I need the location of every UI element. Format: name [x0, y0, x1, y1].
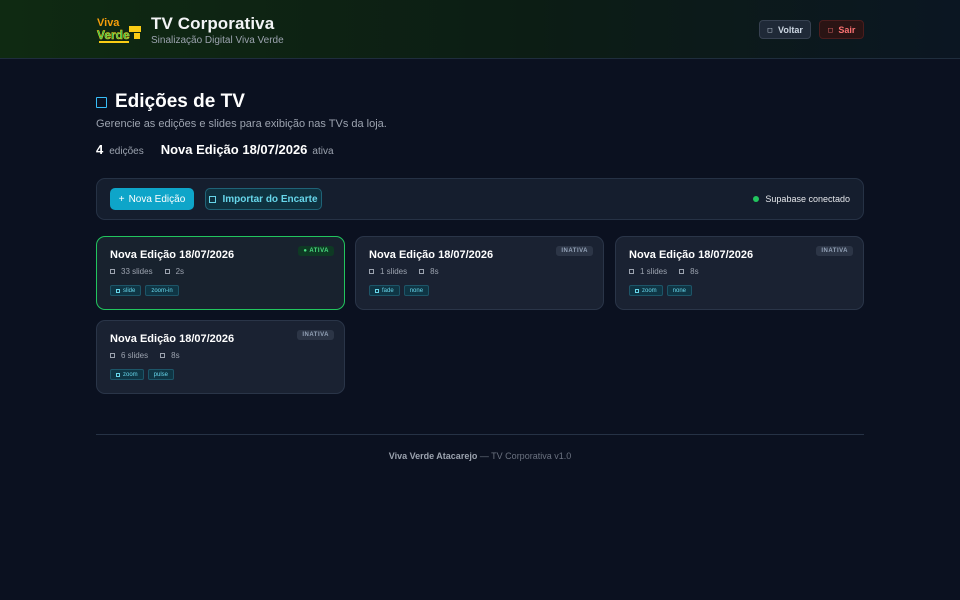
status-badge: INATIVA [556, 246, 593, 256]
effect-tag-label: none [409, 287, 424, 294]
app-header: Viva Verde TV Corporativa Sinalização Di… [0, 0, 960, 59]
transition-tags: slide zoom-in [110, 285, 179, 296]
clock-icon [419, 269, 425, 274]
edition-card[interactable]: Nova Edição 18/07/2026 INATIVA 1 slides … [615, 236, 864, 310]
clock-icon [164, 269, 170, 274]
status-badge: INATIVA [297, 330, 334, 340]
transition-tags: zoom pulse [110, 369, 175, 380]
edition-meta: 33 slides 2s [110, 267, 184, 276]
transition-tags: fade none [369, 285, 430, 296]
active-edition-status: ativa [312, 146, 334, 157]
footer-company: Viva Verde Atacarejo [388, 451, 478, 461]
status-dot-icon [753, 196, 760, 202]
back-button[interactable]: ◻ Voltar [759, 20, 811, 39]
import-icon [209, 195, 217, 203]
edition-card[interactable]: Nova Edição 18/07/2026 INATIVA 6 slides … [96, 320, 345, 394]
effect-tag-label: pulse [153, 371, 169, 378]
slide-count: 6 slides [121, 351, 149, 360]
page-title: Edições de TV [96, 91, 245, 113]
transition-icon [116, 372, 120, 377]
footer-version: — TV Corporativa v1.0 [479, 451, 572, 461]
effect-tag: none [666, 285, 693, 296]
app-title: TV Corporativa [151, 14, 275, 33]
import-flyer-label: Importar do Encarte [222, 193, 318, 205]
transition-icon [635, 288, 639, 293]
status-badge: ● ATIVA [298, 246, 334, 256]
effect-tag: pulse [147, 369, 175, 380]
effect-tag: none [403, 285, 430, 296]
transition-tag: fade [369, 285, 400, 296]
connection-status: Supabase conectado [753, 194, 850, 204]
slide-duration: 8s [171, 351, 180, 360]
edition-card[interactable]: Nova Edição 18/07/2026 INATIVA 1 slides … [355, 236, 604, 310]
transition-tag: zoom [629, 285, 663, 296]
effect-tag-label: zoom-in [151, 287, 173, 294]
active-edition-name: Nova Edição 18/07/2026 [160, 142, 308, 157]
transition-tag: zoom [110, 369, 144, 380]
edition-count: 4 [96, 142, 104, 157]
app-subtitle: Sinalização Digital Viva Verde [151, 35, 284, 46]
transition-tag-label: fade [382, 287, 394, 294]
logout-button-label: Sair [838, 24, 856, 35]
slide-count: 33 slides [121, 267, 153, 276]
slides-icon [110, 353, 115, 358]
back-button-label: Voltar [777, 24, 803, 35]
new-edition-label: Nova Edição [128, 193, 186, 205]
arrow-left-icon: ◻ [767, 26, 773, 34]
connection-status-label: Supabase conectado [765, 194, 850, 204]
slide-duration: 8s [430, 267, 439, 276]
transition-icon [375, 288, 379, 293]
transition-tag-label: slide [123, 287, 136, 294]
logout-icon: ◻ [827, 26, 834, 34]
edition-stats: 4 edições Nova Edição 18/07/2026 ativa [96, 142, 334, 157]
transition-tag-label: zoom [123, 371, 138, 378]
slide-count: 1 slides [640, 267, 668, 276]
slides-icon [629, 269, 634, 274]
page-title-text: Edições de TV [115, 91, 245, 112]
viva-verde-logo: Viva Verde [97, 17, 141, 43]
effect-tag-label: none [672, 287, 687, 294]
clock-icon [160, 353, 166, 358]
slides-icon [110, 269, 115, 274]
import-flyer-button[interactable]: Importar do Encarte [205, 188, 322, 210]
edition-meta: 1 slides 8s [629, 267, 699, 276]
plus-icon: + [118, 193, 125, 205]
edition-title: Nova Edição 18/07/2026 [110, 333, 235, 345]
slides-icon [369, 269, 374, 274]
toolbar: + Nova Edição Importar do Encarte Supaba… [96, 178, 864, 220]
edition-card[interactable]: Nova Edição 18/07/2026 ● ATIVA 33 slides… [96, 236, 345, 310]
slide-count: 1 slides [380, 267, 408, 276]
edition-count-label: edições [109, 146, 144, 157]
tv-icon [96, 96, 107, 108]
edition-meta: 6 slides 8s [110, 351, 180, 360]
edition-title: Nova Edição 18/07/2026 [369, 249, 494, 261]
transition-icon [116, 288, 120, 293]
transition-tag-label: zoom [642, 287, 657, 294]
effect-tag: zoom-in [145, 285, 179, 296]
footer-divider [96, 434, 864, 435]
transition-tags: zoom none [629, 285, 693, 296]
slide-duration: 2s [175, 267, 185, 276]
page-footer: Viva Verde Atacarejo — TV Corporativa v1… [0, 451, 960, 461]
transition-tag: slide [110, 285, 142, 296]
new-edition-button[interactable]: + Nova Edição [110, 188, 194, 210]
edition-meta: 1 slides 8s [369, 267, 439, 276]
logout-button[interactable]: ◻ Sair [819, 20, 864, 39]
page-description: Gerencie as edições e slides para exibiç… [96, 118, 387, 130]
slide-duration: 8s [690, 267, 699, 276]
svg-text:Verde: Verde [97, 28, 130, 42]
edition-title: Nova Edição 18/07/2026 [629, 249, 754, 261]
edition-title: Nova Edição 18/07/2026 [110, 249, 235, 261]
clock-icon [679, 269, 685, 274]
status-badge: INATIVA [816, 246, 853, 256]
